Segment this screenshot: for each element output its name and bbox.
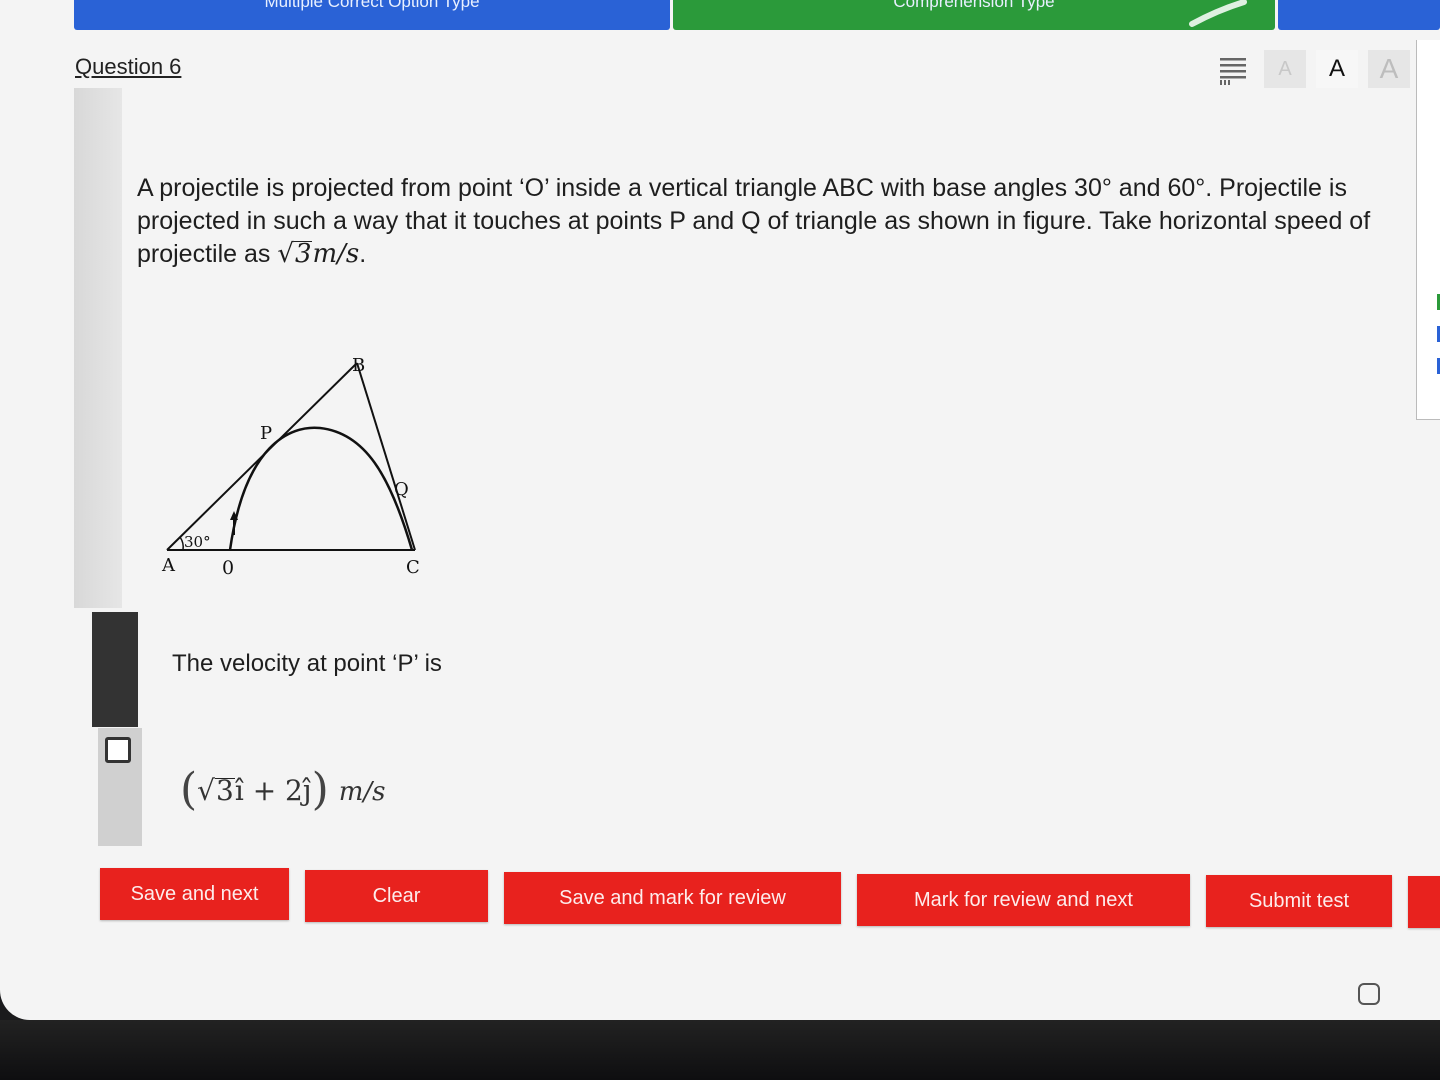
mark-review-next-button[interactable]: Mark for review and next bbox=[857, 874, 1190, 926]
label-q: Q bbox=[394, 479, 409, 500]
option-unit: m/s bbox=[338, 777, 386, 807]
device-bezel bbox=[0, 1020, 1440, 1080]
save-and-next-button[interactable]: Save and next bbox=[100, 868, 289, 920]
extra-action-button[interactable] bbox=[1408, 876, 1440, 928]
label-c: C bbox=[406, 557, 420, 578]
label-o: 0 bbox=[222, 557, 234, 579]
speed-unit: m/s bbox=[312, 239, 360, 269]
speed-expression: √3m/s bbox=[277, 239, 360, 269]
save-and-mark-button[interactable]: Save and mark for review bbox=[504, 872, 841, 924]
question-list-icon[interactable] bbox=[1216, 54, 1250, 86]
option-vector: î + 2ĵ bbox=[234, 774, 312, 807]
label-angle: 30° bbox=[184, 533, 211, 551]
tab-next-section[interactable] bbox=[1278, 0, 1440, 30]
view-toolbar: A A A bbox=[1216, 50, 1416, 90]
exam-screen: Multiple Correct Option Type Comprehensi… bbox=[0, 0, 1440, 1020]
option-radicand: 3 bbox=[215, 774, 235, 807]
label-p: P bbox=[260, 423, 272, 444]
tab-comprehension[interactable]: Comprehension Type bbox=[673, 0, 1275, 30]
close-paren-glyph: ) bbox=[311, 764, 329, 815]
question-title: Question 6 bbox=[75, 54, 182, 79]
projectile-triangle-figure: A B C 0 P Q 30° bbox=[161, 355, 420, 579]
clear-button[interactable]: Clear bbox=[305, 870, 488, 922]
question-palette-panel[interactable] bbox=[1416, 40, 1440, 420]
option-answer[interactable]: (√3î + 2ĵ) m/s bbox=[180, 760, 386, 815]
font-medium-button[interactable]: A bbox=[1316, 50, 1358, 88]
speed-end: . bbox=[359, 240, 367, 268]
font-large-button[interactable]: A bbox=[1368, 50, 1410, 88]
label-a: A bbox=[161, 555, 176, 576]
question-text: A projectile is projected from point ‘O’… bbox=[137, 172, 1387, 271]
question-side-strip bbox=[74, 88, 122, 608]
tab-highlight-icon bbox=[1189, 0, 1247, 27]
sub-question-text: The velocity at point ‘P’ is bbox=[172, 650, 442, 677]
tab-comprehension-label: Comprehension Type bbox=[893, 0, 1055, 11]
tab-multiple-correct[interactable]: Multiple Correct Option Type bbox=[74, 0, 670, 30]
option-side-marker bbox=[92, 612, 138, 727]
font-small-button[interactable]: A bbox=[1264, 50, 1306, 88]
tab-multiple-correct-label: Multiple Correct Option Type bbox=[264, 0, 480, 11]
rounded-square-icon[interactable] bbox=[1358, 983, 1380, 1005]
submit-test-button[interactable]: Submit test bbox=[1206, 875, 1392, 927]
option-checkbox[interactable] bbox=[105, 737, 131, 763]
open-paren-glyph: ( bbox=[180, 764, 198, 815]
speed-radicand: 3 bbox=[293, 239, 313, 269]
label-b: B bbox=[352, 355, 365, 376]
